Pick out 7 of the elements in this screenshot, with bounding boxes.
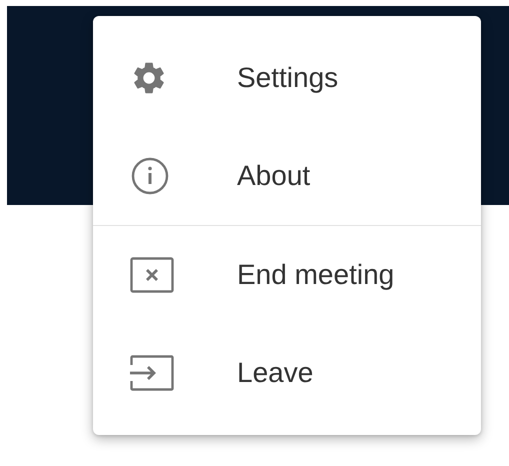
menu-item[interactable]: About <box>93 127 481 225</box>
exit-icon <box>130 355 174 391</box>
menu-item[interactable]: Leave <box>93 324 481 422</box>
menu-item[interactable]: Settings <box>93 29 481 127</box>
info-icon <box>130 156 170 196</box>
menu-item[interactable]: End meeting <box>93 226 481 324</box>
close-icon <box>130 257 174 293</box>
